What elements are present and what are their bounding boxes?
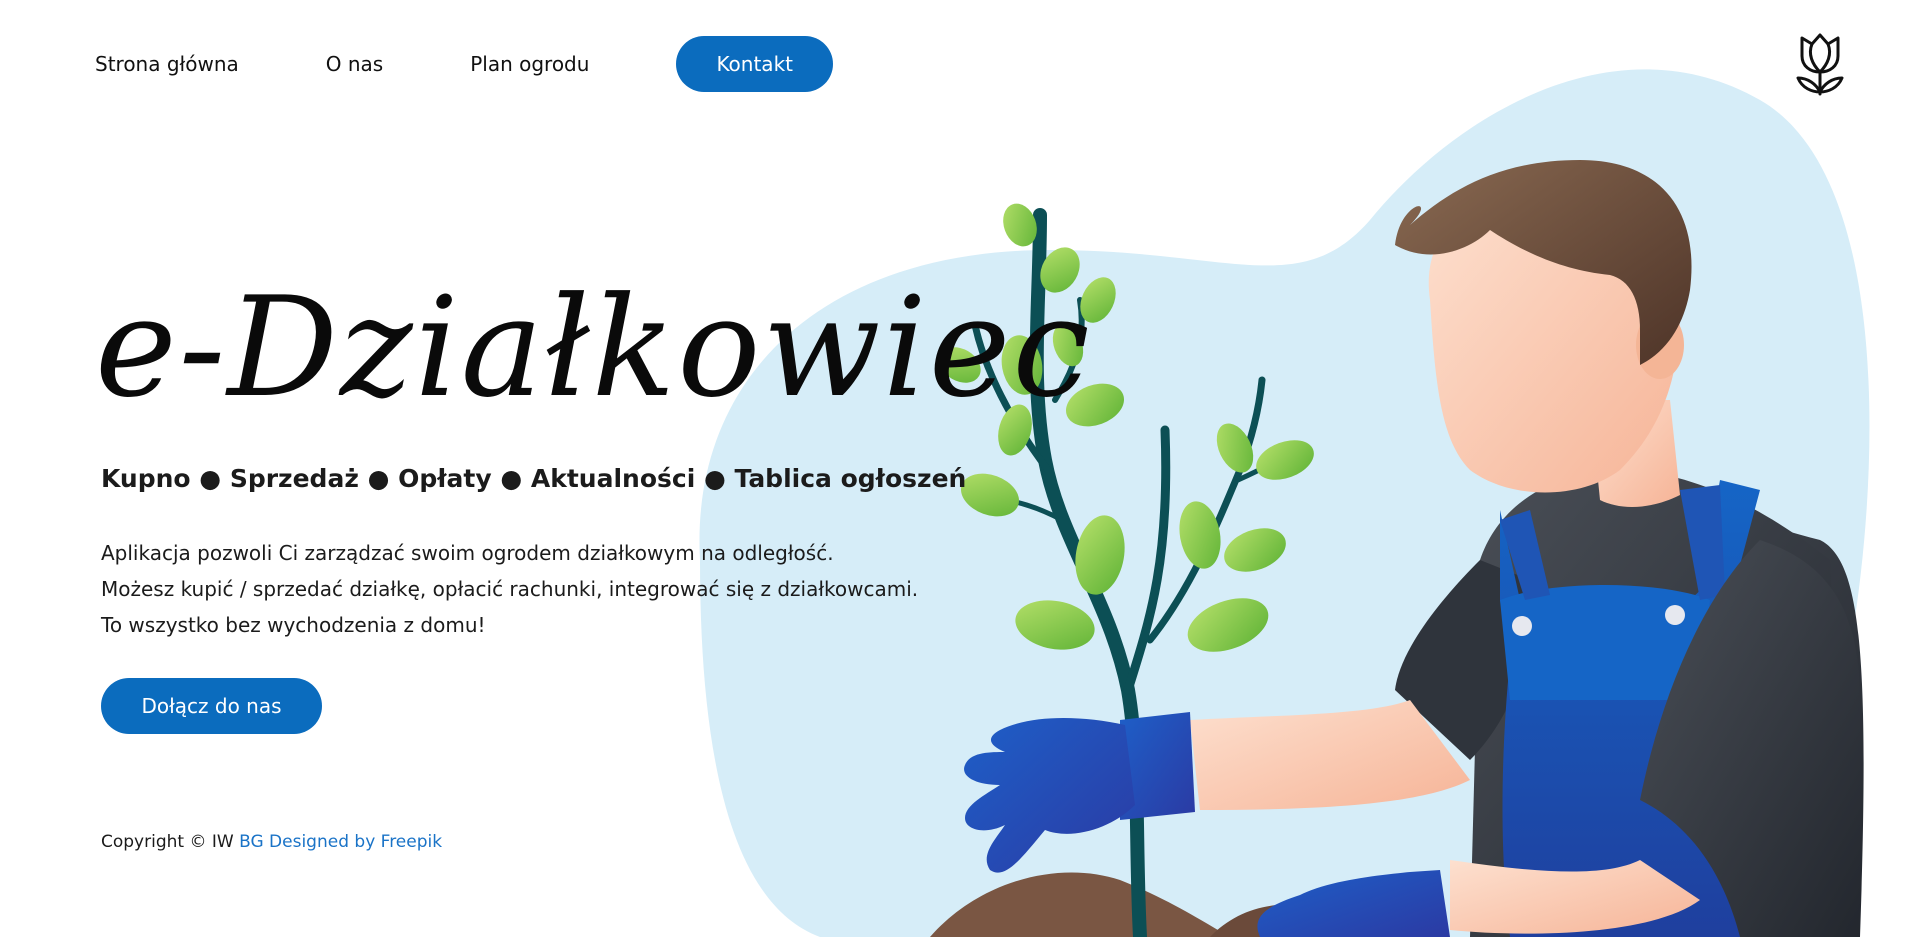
landing-page: Strona główna O nas Plan ogrodu Kontakt … bbox=[0, 0, 1920, 937]
join-us-button[interactable]: Dołącz do nas bbox=[101, 678, 322, 734]
description-line: Aplikacja pozwoli Ci zarządzać swoim ogr… bbox=[101, 541, 834, 565]
top-nav: Strona główna O nas Plan ogrodu Kontakt bbox=[95, 36, 833, 92]
freepik-credit-link[interactable]: BG Designed by Freepik bbox=[239, 832, 442, 852]
hero-description: Aplikacja pozwoli Ci zarządzać swoim ogr… bbox=[101, 535, 918, 643]
description-line: Możesz kupić / sprzedać działkę, opłacić… bbox=[101, 577, 919, 601]
tulip-icon[interactable] bbox=[1794, 32, 1846, 96]
description-line: To wszystko bez wychodzenia z domu! bbox=[101, 613, 486, 637]
hero-title: e-Działkowiec bbox=[95, 267, 1092, 428]
hero-subtitle: Kupno ● Sprzedaż ● Opłaty ● Aktualności … bbox=[101, 464, 967, 493]
nav-item-about[interactable]: O nas bbox=[326, 36, 383, 92]
copyright-text: Copyright © IW bbox=[101, 832, 234, 852]
contact-button[interactable]: Kontakt bbox=[676, 36, 833, 92]
nav-item-garden-plan[interactable]: Plan ogrodu bbox=[470, 36, 589, 92]
nav-item-home[interactable]: Strona główna bbox=[95, 36, 239, 92]
footer-copyright: Copyright © IW BG Designed by Freepik bbox=[101, 832, 442, 852]
